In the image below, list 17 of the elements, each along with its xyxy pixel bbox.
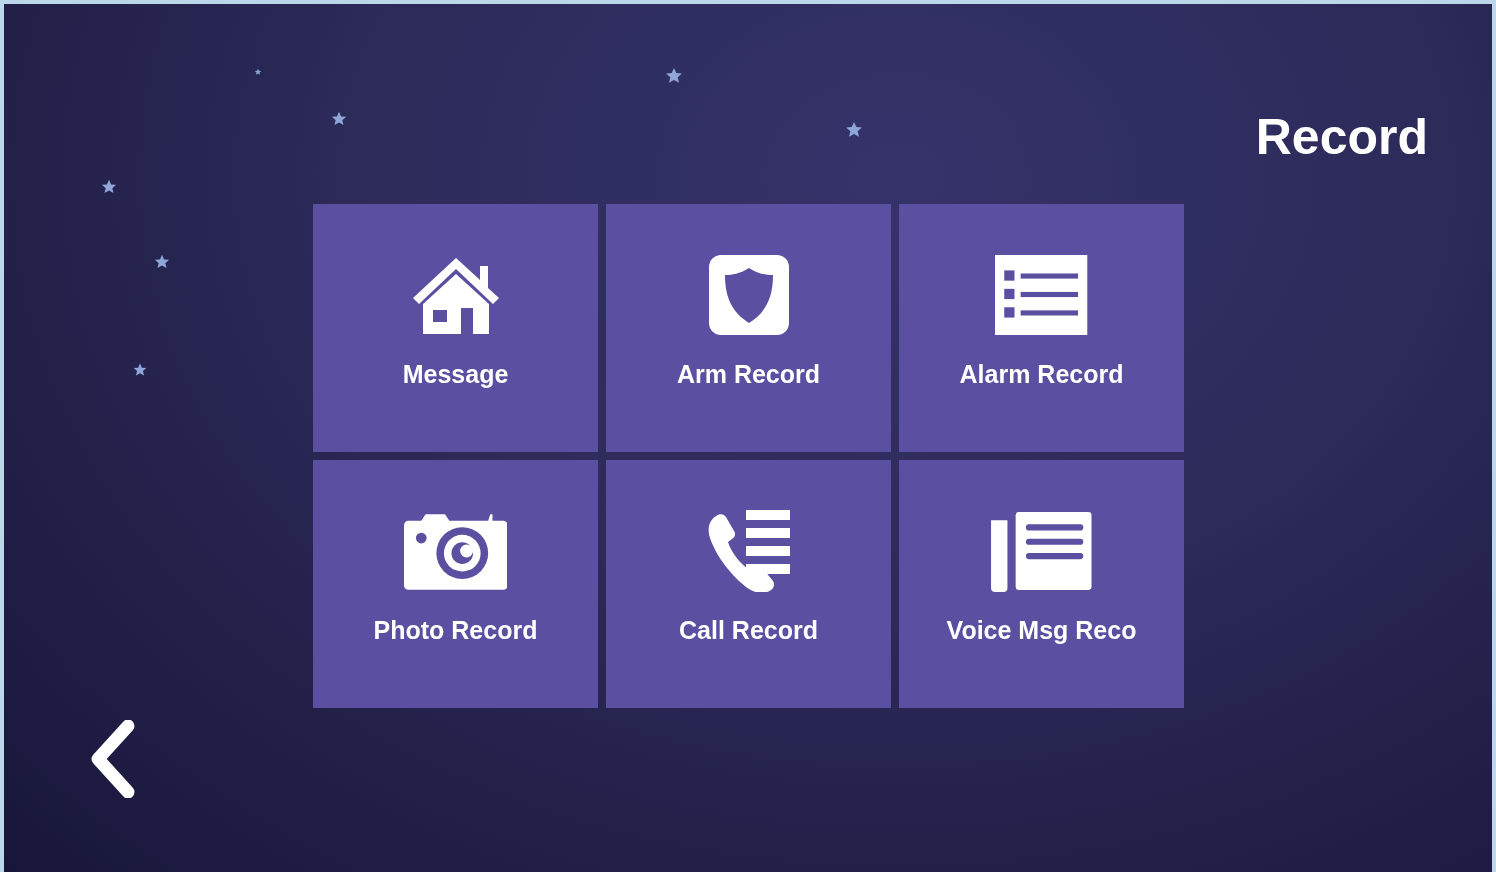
- menu-tile[interactable]: Message: [313, 204, 598, 452]
- menu-tile[interactable]: Alarm Record: [899, 204, 1184, 452]
- star-icon: [100, 178, 118, 196]
- page-title: Record: [1255, 112, 1428, 166]
- star-icon: [844, 120, 864, 140]
- star-icon: [664, 66, 684, 86]
- star-icon: [153, 253, 171, 271]
- menu-tile[interactable]: Call Record: [606, 460, 891, 708]
- menu-tile[interactable]: Photo Record: [313, 460, 598, 708]
- star-icon: [330, 110, 348, 128]
- list-icon: [994, 254, 1089, 336]
- star-icon: [132, 362, 148, 378]
- menu-tile[interactable]: Arm Record: [606, 204, 891, 452]
- menu-tile[interactable]: Voice Msg Reco: [899, 460, 1184, 708]
- shield-icon: [707, 254, 790, 336]
- star-icon: [254, 68, 262, 76]
- document-icon: [989, 510, 1094, 592]
